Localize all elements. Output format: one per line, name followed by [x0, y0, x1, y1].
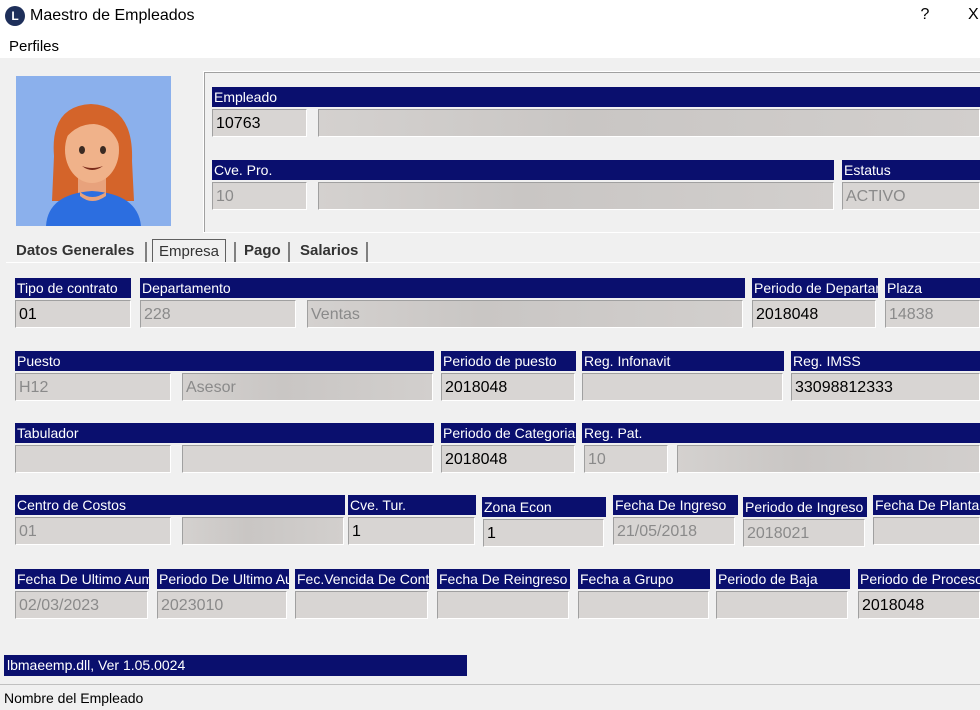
tab-datos-generales[interactable]: Datos Generales	[10, 239, 140, 263]
fecha-grupo-input[interactable]	[578, 591, 709, 619]
fecha-ult-aum-input[interactable]: 02/03/2023	[15, 591, 148, 619]
puesto-name-input[interactable]: Asesor	[182, 373, 433, 401]
puesto-label: Puesto	[15, 351, 434, 371]
regpat-label: Reg. Pat.	[582, 423, 980, 443]
regpat-desc-input[interactable]	[677, 445, 980, 473]
menu-bar	[0, 34, 980, 58]
cvetur-input[interactable]: 1	[348, 517, 475, 545]
departamento-label: Departamento	[140, 278, 745, 298]
fecha-reingreso-input[interactable]	[437, 591, 569, 619]
periodo-ult-aum-input[interactable]: 2023010	[157, 591, 287, 619]
fecha-planta-label: Fecha De Planta	[873, 495, 980, 515]
periodo-ingreso-label: Periodo de Ingreso	[743, 497, 867, 517]
departamento-code-input[interactable]: 228	[140, 300, 296, 328]
tabulador-code-input[interactable]	[15, 445, 171, 473]
zona-econ-input[interactable]: 1	[483, 519, 604, 547]
fecha-planta-input[interactable]	[873, 517, 980, 545]
centro-costos-desc-input[interactable]	[182, 517, 344, 545]
fecha-ult-aum-label: Fecha De Ultimo Aumento	[15, 569, 149, 589]
centro-costos-input[interactable]: 01	[15, 517, 171, 545]
cvepro-label: Cve. Pro.	[212, 160, 834, 180]
puesto-code-input[interactable]: H12	[15, 373, 171, 401]
tab-pago[interactable]: Pago	[238, 239, 287, 263]
periodo-baja-label: Periodo de Baja	[716, 569, 850, 589]
hint-status: Nombre del Empleado	[0, 684, 980, 710]
avatar-illustration	[16, 76, 171, 226]
periodo-proceso-label: Periodo de Proceso	[858, 569, 980, 589]
plaza-input[interactable]: 14838	[885, 300, 980, 328]
app-icon: L	[5, 6, 25, 26]
cvepro-desc-input[interactable]	[318, 182, 834, 210]
tipo-contrato-label: Tipo de contrato	[15, 278, 131, 298]
infonavit-label: Reg. Infonavit	[582, 351, 784, 371]
imss-label: Reg. IMSS	[791, 351, 980, 371]
fecha-ingreso-input[interactable]: 21/05/2018	[613, 517, 735, 545]
tabulador-label: Tabulador	[15, 423, 434, 443]
fec-vencida-input[interactable]	[295, 591, 428, 619]
version-status: lbmaeemp.dll, Ver 1.05.0024	[4, 655, 467, 676]
window-title: Maestro de Empleados	[30, 7, 195, 24]
help-button[interactable]: ?	[913, 6, 937, 28]
periodo-depto-label: Periodo de Departamento	[752, 278, 878, 298]
zona-econ-label: Zona Econ	[482, 497, 606, 517]
periodo-categoria-label: Periodo de Categoria	[441, 423, 576, 443]
plaza-label: Plaza	[885, 278, 980, 298]
empleado-label: Empleado	[212, 87, 980, 107]
menu-perfiles[interactable]: Perfiles	[9, 38, 59, 55]
periodo-puesto-input[interactable]: 2018048	[441, 373, 575, 401]
fecha-ingreso-label: Fecha De Ingreso	[613, 495, 738, 515]
employee-photo	[16, 76, 171, 226]
cvetur-label: Cve. Tur.	[348, 495, 476, 515]
tab-separator	[366, 242, 368, 262]
tab-separator	[288, 242, 290, 262]
tab-empresa[interactable]: Empresa	[152, 239, 227, 263]
periodo-depto-input[interactable]: 2018048	[752, 300, 876, 328]
tab-separator	[145, 242, 147, 262]
empleado-input[interactable]: 10763	[212, 109, 307, 137]
fecha-reingreso-label: Fecha De Reingreso	[437, 569, 570, 589]
fecha-grupo-label: Fecha a Grupo	[578, 569, 710, 589]
estatus-label: Estatus	[842, 160, 980, 180]
tipo-contrato-input[interactable]: 01	[15, 300, 131, 328]
infonavit-input[interactable]	[582, 373, 783, 401]
fec-vencida-label: Fec.Vencida De Contrato	[295, 569, 429, 589]
departamento-name-input[interactable]: Ventas	[307, 300, 743, 328]
periodo-puesto-label: Periodo de puesto	[441, 351, 576, 371]
tabulador-name-input[interactable]	[182, 445, 433, 473]
periodo-proceso-input[interactable]: 2018048	[858, 591, 980, 619]
tab-separator	[234, 242, 236, 262]
imss-input[interactable]: 33098812333	[791, 373, 980, 401]
empleado-name-input[interactable]	[318, 109, 980, 137]
close-button[interactable]: X	[968, 6, 980, 28]
centro-costos-label: Centro de Costos	[15, 495, 345, 515]
estatus-input[interactable]: ACTIVO	[842, 182, 980, 210]
regpat-code-input[interactable]: 10	[584, 445, 668, 473]
periodo-ult-aum-label: Periodo De Ultimo Aumento	[157, 569, 289, 589]
periodo-categoria-input[interactable]: 2018048	[441, 445, 575, 473]
periodo-ingreso-input[interactable]: 2018021	[743, 519, 865, 547]
cvepro-input[interactable]: 10	[212, 182, 307, 210]
periodo-baja-input[interactable]	[716, 591, 848, 619]
tab-salarios[interactable]: Salarios	[294, 239, 364, 263]
